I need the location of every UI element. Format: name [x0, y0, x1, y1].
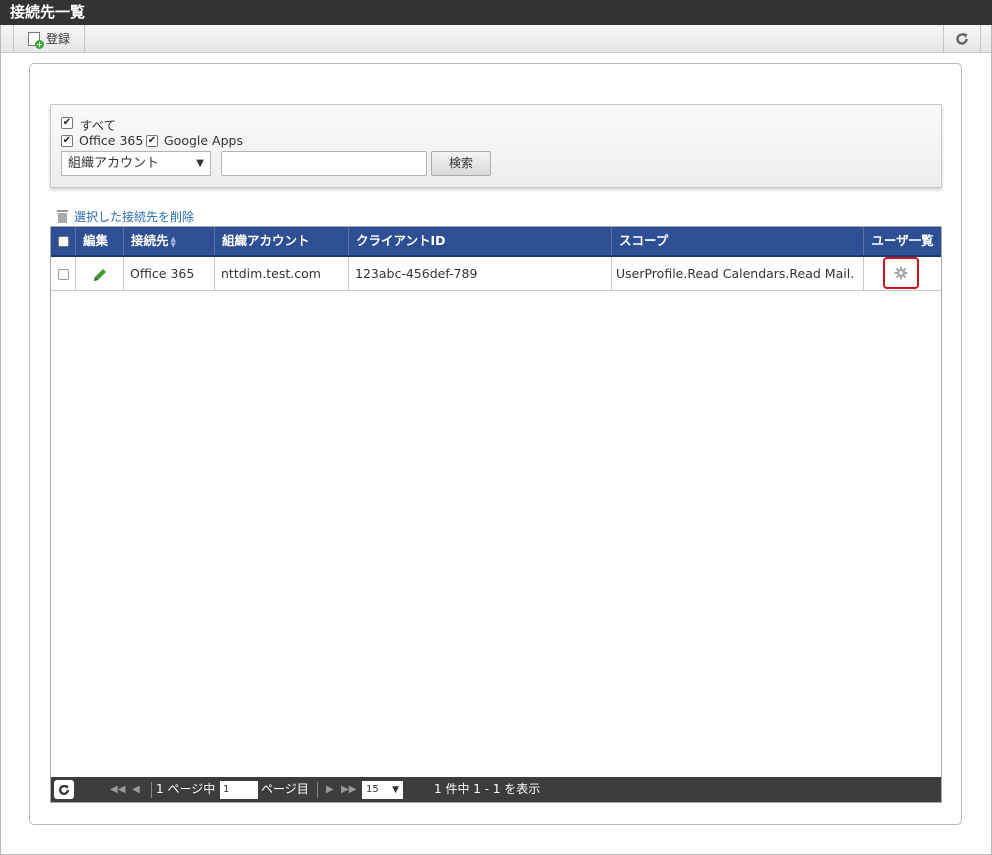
filter-google-apps-checkbox[interactable]: ✔ [146, 135, 158, 147]
col-client-id-header[interactable]: クライアントID [349, 227, 612, 255]
pager-divider [151, 782, 152, 798]
row-select-cell [51, 257, 76, 290]
pager-summary: 1 件中 1 - 1 を表示 [434, 782, 541, 796]
col-edit-header: 編集 [76, 227, 124, 255]
register-button[interactable]: + 登録 [13, 25, 85, 52]
filter-google-apps-label: Google Apps [164, 133, 243, 148]
user-list-button[interactable] [883, 257, 919, 289]
next-page-icon[interactable]: ▶ [326, 777, 334, 802]
dropdown-arrow-icon: ▼ [196, 158, 204, 169]
prev-page-icon[interactable]: ◀ [132, 777, 140, 802]
search-field-selected: 組織アカウント [68, 156, 160, 171]
pager-refresh-button[interactable] [54, 780, 74, 799]
row-connection: Office 365 [124, 257, 215, 290]
filter-office365-label: Office 365 [79, 133, 144, 148]
row-scope: UserProfile.Read Calendars.Read Mail. [612, 257, 864, 290]
dropdown-arrow-icon: ▼ [392, 785, 399, 795]
delete-selected-label: 選択した接続先を削除 [74, 210, 195, 224]
page-prefix: 1 ページ中 [156, 782, 216, 796]
toolbar: + 登録 [0, 25, 992, 53]
first-page-icon[interactable]: ◀◀ [110, 777, 125, 802]
row-org-account: nttdim.test.com [215, 257, 349, 290]
select-all-cell [51, 227, 76, 255]
search-field-select[interactable]: 組織アカウント ▼ [61, 151, 211, 176]
grid-header: 編集 接続先 ▲ ▼ 組織アカウント クライアントID スコープ ユーザ一覧 [51, 227, 941, 257]
row-client-id: 123abc-456def-789 [349, 257, 612, 290]
trash-icon [57, 210, 68, 223]
page-size-value: 15 [366, 784, 379, 795]
col-user-list-header: ユーザ一覧 [871, 233, 934, 248]
refresh-icon [59, 784, 69, 795]
pager-bar: ◀◀ ◀ 1 ページ中 1 ページ目 ▶ ▶▶ 15 ▼ 1 件中 1 - 1 … [51, 777, 941, 802]
page-size-select[interactable]: 15 ▼ [362, 781, 403, 799]
register-label: 登録 [45, 32, 70, 46]
new-document-icon: + [27, 31, 44, 49]
window-title: 接続先一覧 [0, 0, 992, 25]
select-all-checkbox[interactable] [57, 236, 69, 247]
page-number-input[interactable]: 1 [220, 781, 258, 799]
pager-divider [317, 782, 318, 798]
search-input[interactable] [221, 151, 427, 176]
row-checkbox[interactable] [57, 269, 69, 280]
last-page-icon[interactable]: ▶▶ [341, 777, 356, 802]
filter-all-checkbox[interactable]: ✔ [61, 117, 73, 129]
col-connection-header[interactable]: 接続先 ▲ ▼ [124, 227, 215, 255]
col-org-account-header[interactable]: 組織アカウント [215, 227, 349, 255]
row-edit-cell [76, 257, 124, 290]
col-scope-header[interactable]: スコープ [612, 227, 864, 255]
filter-office365-checkbox[interactable]: ✔ [61, 135, 73, 147]
page-suffix: ページ目 [261, 782, 309, 796]
table-row: Office 365 nttdim.test.com 123abc-456def… [51, 257, 941, 291]
pencil-icon[interactable] [92, 267, 108, 283]
col-connection-label: 接続先 [131, 233, 169, 248]
connections-grid: 編集 接続先 ▲ ▼ 組織アカウント クライアントID スコープ ユーザ一覧 Off… [50, 226, 942, 803]
delete-selected-link[interactable]: 選択した接続先を削除 [57, 208, 194, 225]
refresh-icon [956, 32, 968, 45]
refresh-button[interactable] [943, 25, 981, 52]
sort-icon: ▲ ▼ [170, 234, 176, 249]
search-button[interactable]: 検索 [431, 151, 491, 176]
gear-icon [894, 266, 908, 280]
filter-all-label: すべて [80, 118, 117, 133]
